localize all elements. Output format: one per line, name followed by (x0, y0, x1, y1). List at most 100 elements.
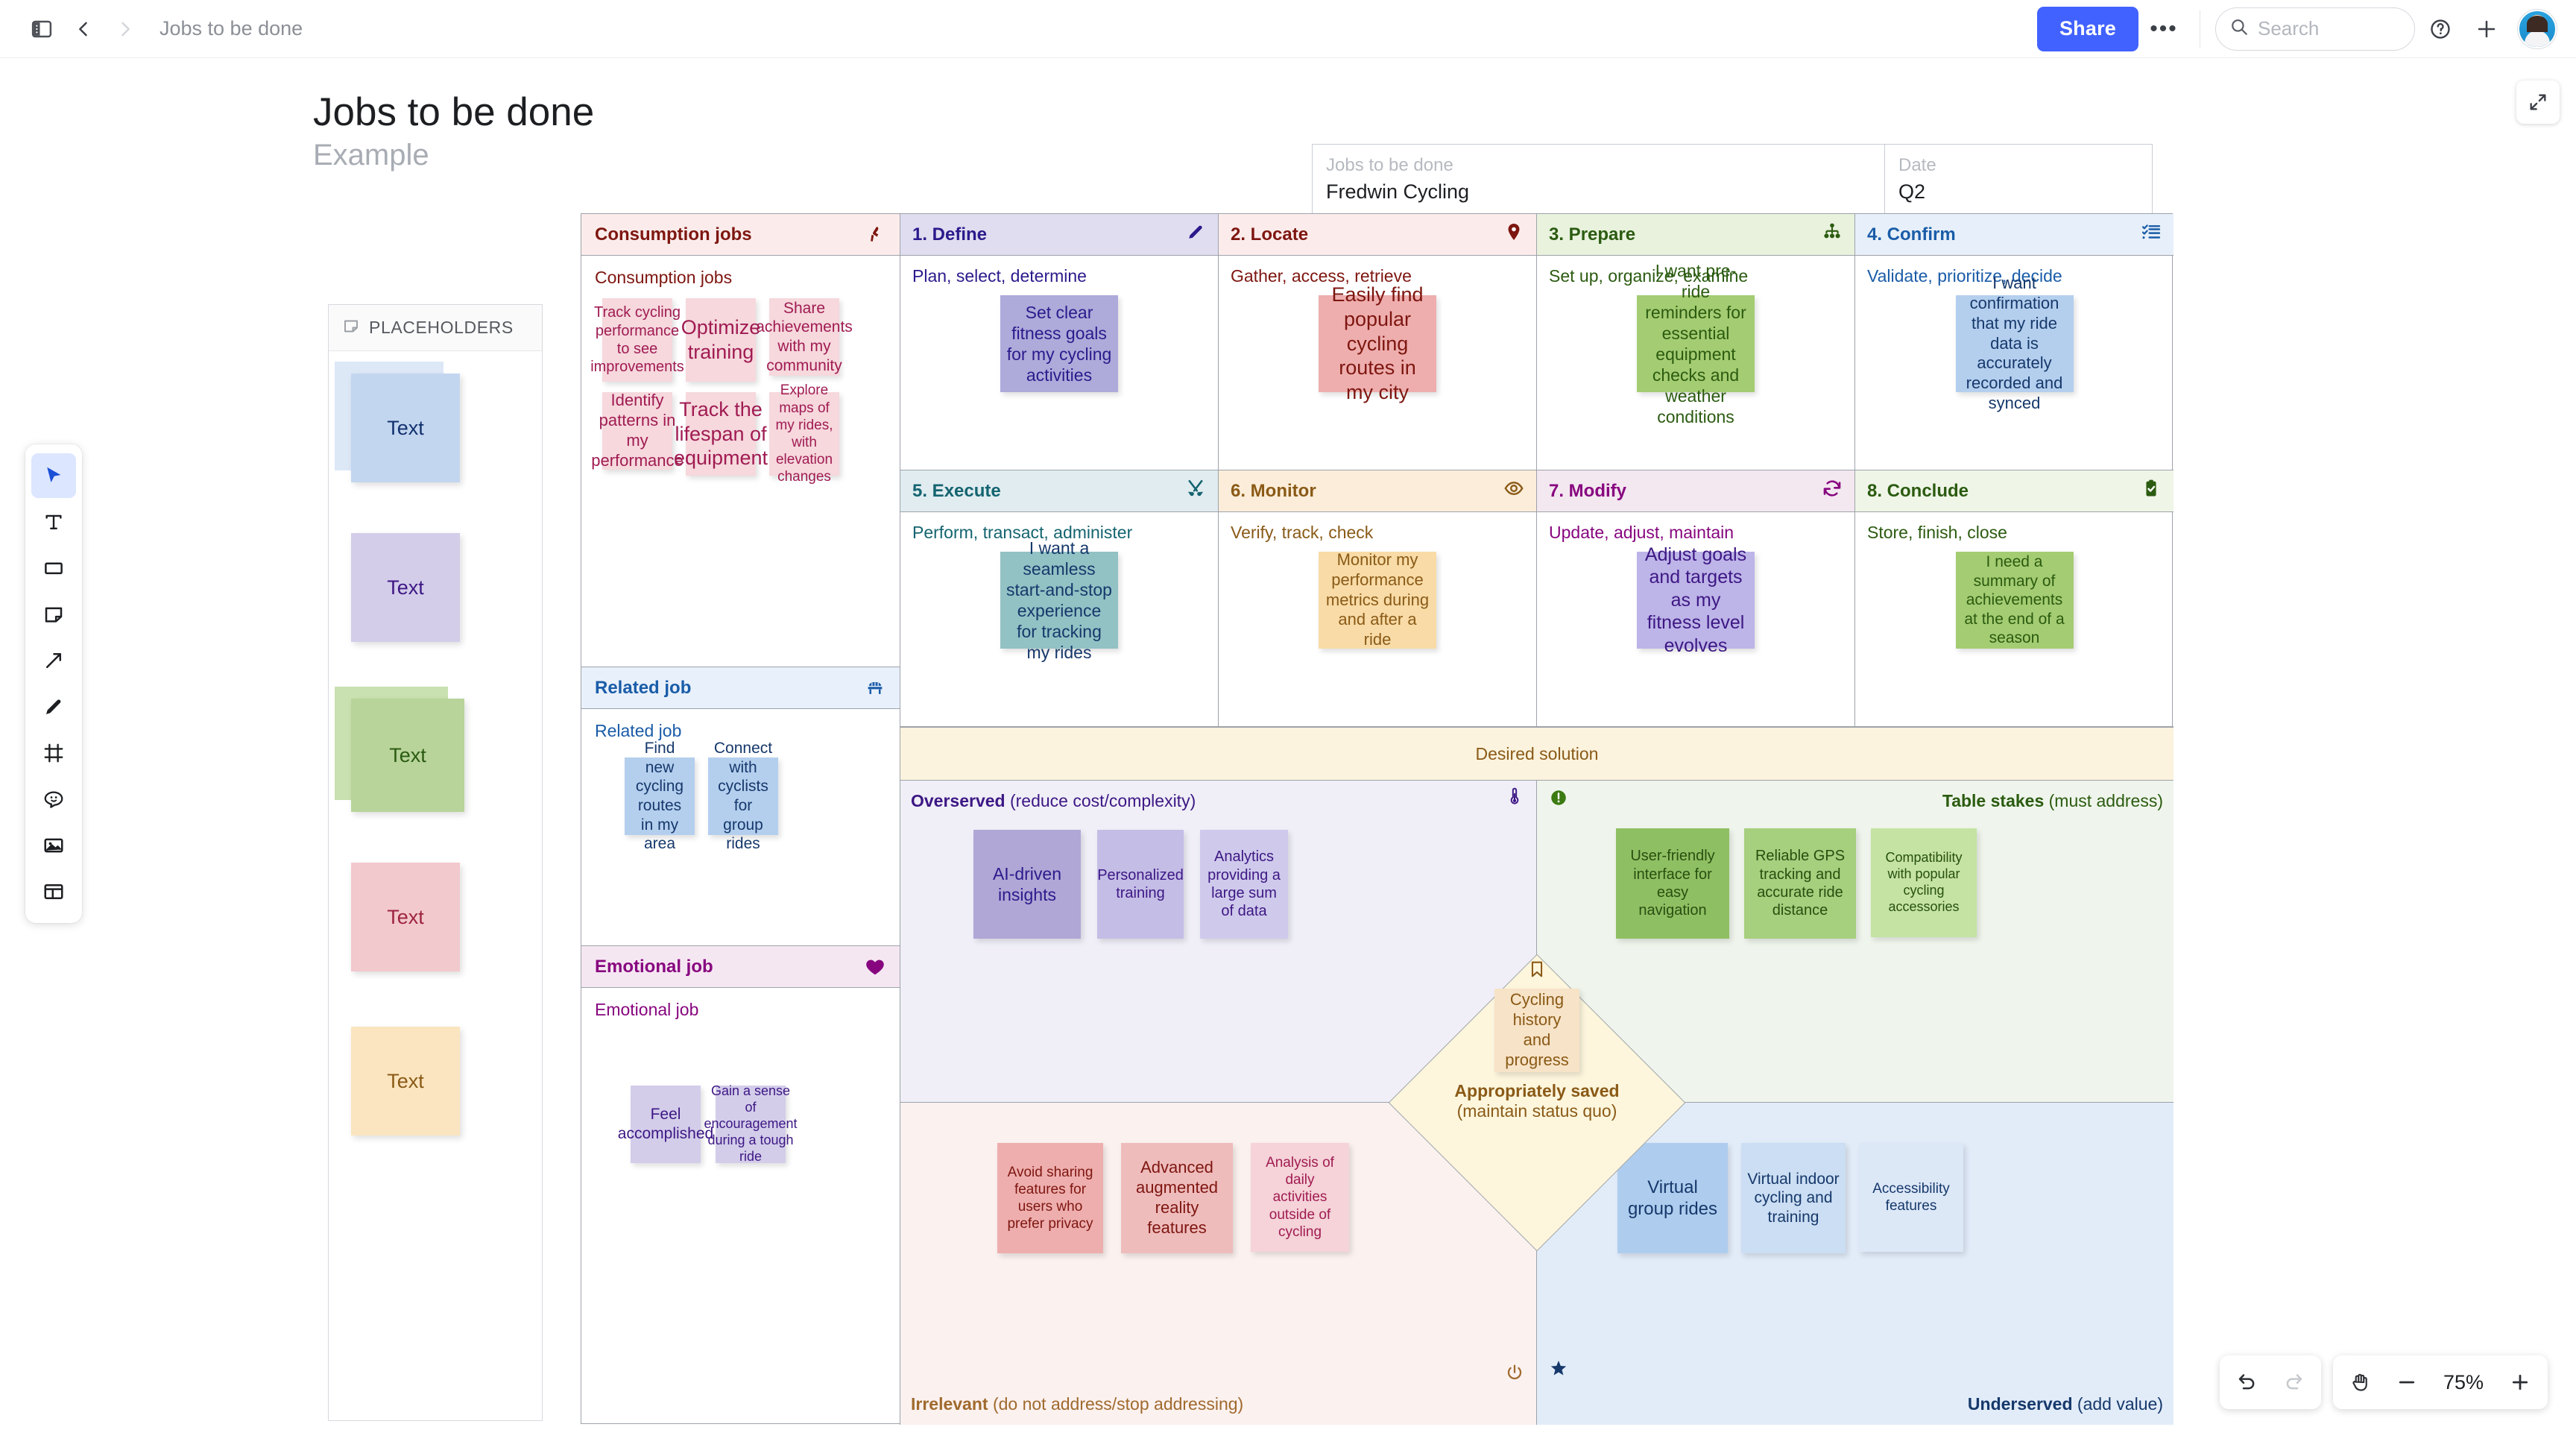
sticky-note[interactable]: I want pre-ride reminders for essential … (1637, 261, 1755, 426)
sticky-note[interactable]: Adjust goals and targets as my fitness l… (1637, 544, 1755, 656)
table-stakes-notes: User-friendly interface for easy navigat… (1616, 828, 1977, 939)
sticky-note[interactable]: I want a seamless start-and-stop experie… (1000, 538, 1118, 662)
stage-header: 6. Monitor (1219, 470, 1536, 512)
meta-field-date[interactable]: Date Q2 (1885, 145, 1950, 218)
sticky-note[interactable]: Track cycling performance to see improve… (590, 298, 684, 382)
arrow-diagonal-icon[interactable] (31, 638, 76, 683)
thermometer-icon (1505, 787, 1524, 810)
sticky-note[interactable]: Identify patterns in my performance (591, 391, 684, 470)
consumption-jobs-section: Consumption jobs Consumption jobs Track … (581, 214, 900, 667)
stage-cell: 1. Define Plan, select, determine Set cl… (900, 214, 1219, 470)
sticky-note[interactable]: Optimize training (681, 298, 760, 382)
hand-icon[interactable] (2339, 1361, 2382, 1404)
frame-icon[interactable] (31, 731, 76, 775)
bottom-controls: 75% (2220, 1355, 2548, 1409)
sticky-note[interactable]: AI-driven insights (973, 830, 1081, 939)
placeholders-title: PLACEHOLDERS (369, 318, 514, 337)
meta-field-jobs[interactable]: Jobs to be done Fredwin Cycling (1313, 145, 1885, 218)
text-tool[interactable] (31, 500, 76, 544)
undo-arrow-icon[interactable] (2226, 1361, 2269, 1404)
emotional-notes-container: Feel accomplished Gain a sense of encoura… (595, 1030, 886, 1164)
power-icon (1505, 1363, 1524, 1386)
sticky-note[interactable]: Virtual group rides (1617, 1143, 1728, 1253)
search-field[interactable] (2258, 17, 2392, 40)
share-button[interactable]: Share (2036, 6, 2138, 51)
placeholder-note[interactable]: Text (351, 863, 460, 971)
help-circle-icon[interactable] (2419, 8, 2461, 50)
sticky-note[interactable]: Track the lifespan of equipment (674, 392, 768, 476)
sticky-note[interactable]: Analytics providing a large sum of data (1200, 830, 1288, 939)
breadcrumb[interactable]: Jobs to be done (160, 17, 303, 40)
sticky-note[interactable]: Avoid sharing features for users who pre… (997, 1143, 1103, 1253)
stage-header: 1. Define (900, 214, 1218, 256)
chevron-right-icon[interactable] (104, 8, 146, 50)
stage-note-wrap: Easily find popular cycling routes in my… (1219, 283, 1536, 403)
select-tool[interactable] (31, 453, 76, 498)
stage-subtitle: Store, finish, close (1867, 523, 2007, 542)
sticky-note[interactable]: Explore maps of my rides, with elevation… (769, 382, 839, 485)
stage-title: 5. Execute (912, 480, 1001, 501)
sticky-note[interactable]: Reliable GPS tracking and accurate ride … (1744, 828, 1856, 939)
stage-subtitle: Verify, track, check (1231, 523, 1374, 542)
sticky-note[interactable]: Advanced augmented reality features (1121, 1143, 1233, 1253)
sticky-note[interactable]: Accessibility features (1859, 1143, 1963, 1252)
sticky-note[interactable]: Monitor my performance metrics during an… (1319, 550, 1436, 649)
stage-cell: 2. Locate Gather, access, retrieve Easil… (1219, 214, 1537, 470)
zoom-level[interactable]: 75% (2431, 1371, 2496, 1394)
zoom-out-button[interactable] (2385, 1361, 2428, 1404)
avatar[interactable] (2518, 9, 2557, 48)
stage-header: 3. Prepare (1537, 214, 1854, 256)
sticky-note[interactable]: Analysis of daily activities outside of … (1251, 1143, 1349, 1252)
stage-header: 2. Locate (1219, 214, 1536, 256)
zoom-in-button[interactable] (2498, 1361, 2542, 1404)
irrelevant-label: Irrelevant (do not address/stop addressi… (911, 1394, 1244, 1414)
sticky-note[interactable]: Find new cycling routes in my area (625, 740, 695, 852)
expand-arrows-icon[interactable] (2516, 81, 2560, 124)
jobs-to-be-done-board: Consumption jobs Consumption jobs Track … (581, 213, 2174, 1425)
sticky-note[interactable]: Share achievements with my community (756, 298, 853, 376)
sticky-note[interactable]: Gain a sense of encouragement during a t… (704, 1083, 797, 1164)
metadata-box: Jobs to be done Fredwin Cycling Date Q2 (1312, 144, 2153, 218)
sidebar-panel-icon[interactable] (21, 8, 63, 50)
sticky-note[interactable]: Set clear fitness goals for my cycling a… (1000, 295, 1118, 392)
related-job-section: Related job Related job Find new cycling… (581, 667, 900, 946)
overserved-notes: AI-driven insights Personalized training A… (973, 830, 1288, 939)
related-notes-container: Find new cycling routes in my area Connec… (595, 740, 886, 852)
sticky-note[interactable]: Cycling history and progress (1494, 989, 1579, 1072)
sticky-note[interactable]: Virtual indoor cycling and training (1741, 1143, 1846, 1253)
sticky-note[interactable]: I need a summary of achievements at the … (1955, 552, 2074, 649)
placeholder-note[interactable]: Text (351, 533, 460, 642)
placeholders-header: PLACEHOLDERS (329, 305, 542, 351)
zoom-group: 75% (2333, 1355, 2548, 1409)
sticky-note[interactable]: Personalized training (1097, 830, 1184, 939)
whiteboard-canvas[interactable]: Jobs to be done Example Jobs to be done … (0, 58, 2576, 1430)
table-stakes-label: Table stakes (must address) (1942, 791, 2163, 810)
stage-note-wrap: I want a seamless start-and-stop experie… (900, 538, 1218, 662)
image-icon[interactable] (31, 823, 76, 868)
sticky-note[interactable]: Compatibility with popular cycling acces… (1871, 828, 1977, 937)
sticky-note-tool[interactable] (31, 592, 76, 637)
stage-header: 4. Confirm (1855, 214, 2174, 256)
layout-template-icon[interactable] (31, 869, 76, 914)
sticky-note[interactable]: Connect with cyclists for group rides (708, 740, 778, 852)
desired-solution-label: Desired solution (1475, 743, 1599, 763)
placeholder-note[interactable]: Text (351, 374, 460, 482)
stage-title: 7. Modify (1549, 480, 1627, 501)
sticky-note[interactable]: Feel accomplished (618, 1086, 713, 1163)
sticky-note[interactable]: Easily find popular cycling routes in my… (1319, 283, 1436, 403)
sticky-note[interactable]: I want confirmation that my ride data is… (1955, 274, 2074, 412)
plus-icon[interactable] (2466, 8, 2507, 50)
placeholder-note[interactable]: Text (351, 1027, 460, 1136)
bookmark-icon (1527, 960, 1547, 983)
stage-cell: 5. Execute Perform, transact, administer… (900, 470, 1219, 727)
placeholder-note[interactable]: Text (351, 699, 464, 812)
chevron-left-icon[interactable] (63, 8, 104, 50)
more-options-button[interactable]: ••• (2143, 8, 2185, 50)
stage-header: 8. Conclude (1855, 470, 2174, 512)
sticky-note[interactable]: User-friendly interface for easy navigat… (1616, 828, 1729, 939)
redo-arrow-icon[interactable] (2272, 1361, 2315, 1404)
search-input[interactable] (2215, 7, 2415, 51)
rectangle-icon[interactable] (31, 546, 76, 590)
pencil-icon[interactable] (31, 684, 76, 729)
smiley-icon[interactable] (31, 777, 76, 822)
